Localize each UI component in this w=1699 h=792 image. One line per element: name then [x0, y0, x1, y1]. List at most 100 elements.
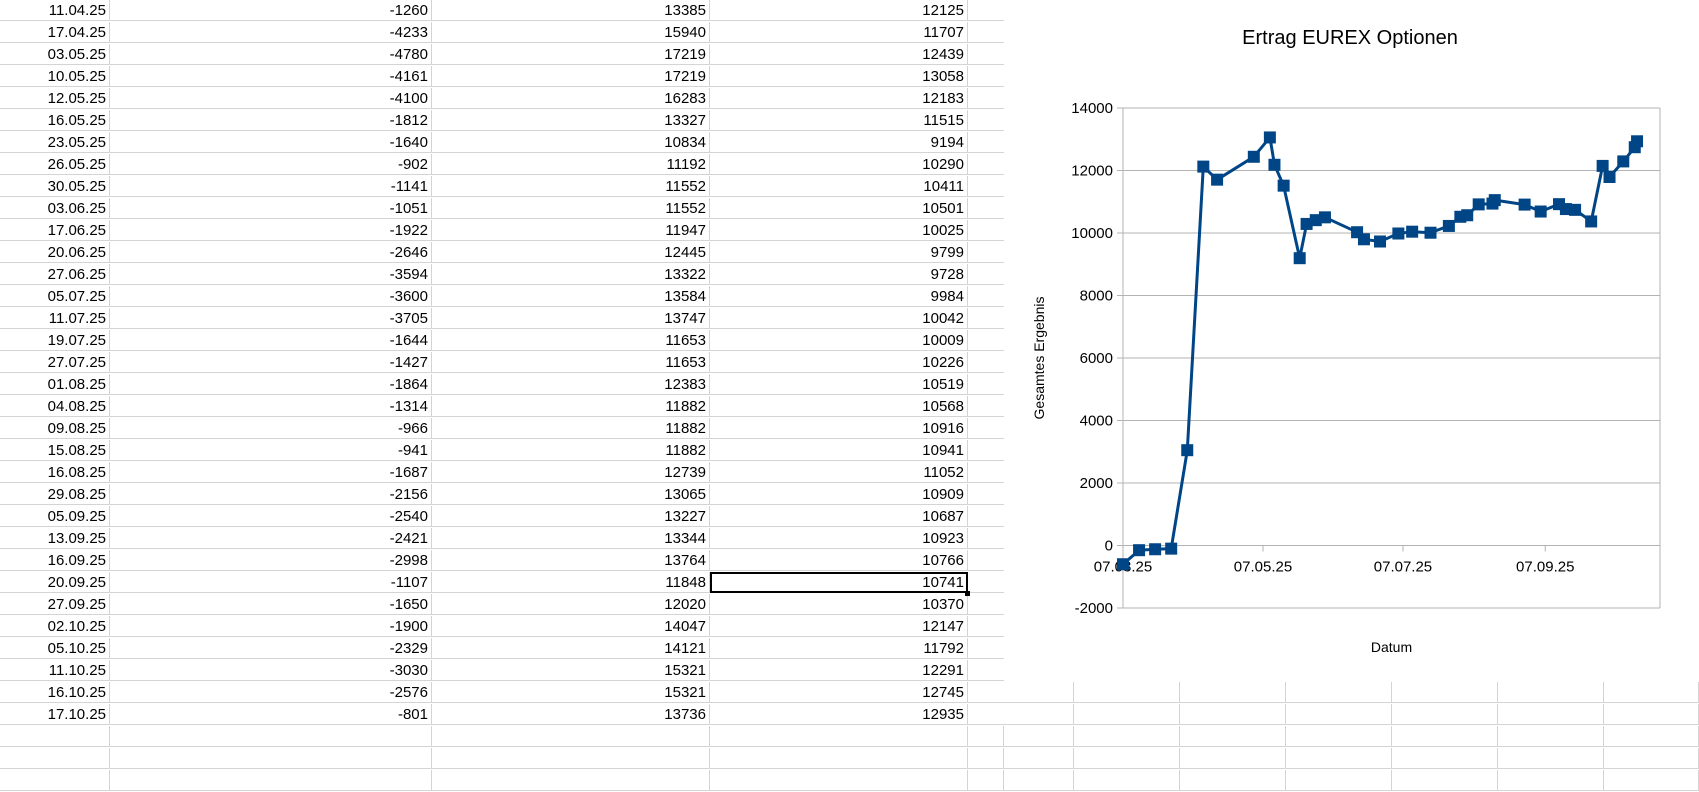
table-cell[interactable]: 16283 — [432, 88, 710, 109]
table-cell[interactable]: -3030 — [110, 660, 432, 681]
table-cell[interactable] — [968, 682, 1004, 703]
table-cell[interactable]: -1922 — [110, 220, 432, 241]
table-cell[interactable]: 16.09.25 — [0, 550, 110, 571]
table-cell[interactable]: -2156 — [110, 484, 432, 505]
table-cell[interactable]: 10766 — [710, 550, 968, 571]
table-cell[interactable]: 03.05.25 — [0, 44, 110, 65]
table-cell[interactable]: 10501 — [710, 198, 968, 219]
table-cell[interactable]: 12739 — [432, 462, 710, 483]
table-cell[interactable]: 12935 — [710, 704, 968, 725]
table-cell[interactable] — [968, 440, 1004, 461]
table-cell[interactable]: 11653 — [432, 330, 710, 351]
table-cell[interactable]: 13327 — [432, 110, 710, 131]
table-cell[interactable]: -4100 — [110, 88, 432, 109]
chart-container[interactable]: Ertrag EUREX Optionen Datum Gesamtes Erg… — [1004, 0, 1699, 678]
table-cell[interactable]: 11882 — [432, 396, 710, 417]
table-cell[interactable]: 27.07.25 — [0, 352, 110, 373]
table-cell[interactable]: 09.08.25 — [0, 418, 110, 439]
table-cell[interactable]: 13385 — [432, 0, 710, 21]
table-cell[interactable]: 12147 — [710, 616, 968, 637]
table-cell[interactable]: 11882 — [432, 440, 710, 461]
table-cell[interactable]: 10909 — [710, 484, 968, 505]
table-cell[interactable]: -966 — [110, 418, 432, 439]
table-cell[interactable] — [968, 374, 1004, 395]
table-cell[interactable] — [968, 220, 1004, 241]
table-cell[interactable] — [968, 198, 1004, 219]
table-cell[interactable]: -1141 — [110, 176, 432, 197]
table-cell[interactable]: -1650 — [110, 594, 432, 615]
table-cell[interactable] — [968, 154, 1004, 175]
table-cell[interactable] — [968, 264, 1004, 285]
table-cell[interactable]: 10834 — [432, 132, 710, 153]
table-cell[interactable]: -3594 — [110, 264, 432, 285]
table-cell[interactable]: -4233 — [110, 22, 432, 43]
table-cell[interactable] — [968, 462, 1004, 483]
table-cell[interactable]: -1812 — [110, 110, 432, 131]
table-cell[interactable]: 11653 — [432, 352, 710, 373]
table-cell[interactable]: 10025 — [710, 220, 968, 241]
table-cell[interactable] — [968, 396, 1004, 417]
table-cell[interactable] — [1392, 726, 1498, 747]
table-cell[interactable] — [1004, 748, 1074, 769]
table-cell[interactable]: 29.08.25 — [0, 484, 110, 505]
table-cell[interactable]: 17.06.25 — [0, 220, 110, 241]
table-cell[interactable]: 9728 — [710, 264, 968, 285]
table-cell[interactable] — [968, 242, 1004, 263]
table-cell[interactable]: 12125 — [710, 0, 968, 21]
table-cell[interactable]: 11515 — [710, 110, 968, 131]
table-cell[interactable]: -902 — [110, 154, 432, 175]
table-cell[interactable]: 15321 — [432, 682, 710, 703]
table-cell[interactable]: 13584 — [432, 286, 710, 307]
table-cell[interactable] — [1074, 704, 1180, 725]
table-cell[interactable]: -1900 — [110, 616, 432, 637]
table-cell[interactable] — [968, 0, 1004, 21]
table-cell[interactable]: 11552 — [432, 176, 710, 197]
table-cell[interactable]: 10519 — [710, 374, 968, 395]
table-cell[interactable] — [968, 704, 1004, 725]
table-cell[interactable]: -1640 — [110, 132, 432, 153]
table-cell[interactable]: -1644 — [110, 330, 432, 351]
table-cell[interactable]: -801 — [110, 704, 432, 725]
table-cell[interactable] — [1604, 748, 1699, 769]
table-cell[interactable]: 20.06.25 — [0, 242, 110, 263]
table-cell[interactable]: 17.04.25 — [0, 22, 110, 43]
table-cell[interactable]: 30.05.25 — [0, 176, 110, 197]
table-cell[interactable] — [110, 748, 432, 769]
table-cell[interactable] — [1498, 682, 1604, 703]
table-cell[interactable] — [968, 528, 1004, 549]
table-cell[interactable]: -3705 — [110, 308, 432, 329]
table-cell[interactable]: -4780 — [110, 44, 432, 65]
table-cell[interactable] — [968, 110, 1004, 131]
table-cell[interactable] — [1604, 682, 1699, 703]
table-cell[interactable]: -2576 — [110, 682, 432, 703]
table-cell[interactable]: 11848 — [432, 572, 710, 593]
table-cell[interactable]: 17.10.25 — [0, 704, 110, 725]
table-cell[interactable] — [1180, 704, 1286, 725]
table-cell[interactable]: -1427 — [110, 352, 432, 373]
table-cell[interactable]: 15321 — [432, 660, 710, 681]
table-cell[interactable]: 27.06.25 — [0, 264, 110, 285]
table-cell[interactable]: 11947 — [432, 220, 710, 241]
table-cell[interactable]: -1864 — [110, 374, 432, 395]
table-cell[interactable]: 10941 — [710, 440, 968, 461]
table-cell[interactable]: 11052 — [710, 462, 968, 483]
table-cell[interactable]: 13.09.25 — [0, 528, 110, 549]
table-cell[interactable] — [968, 176, 1004, 197]
table-cell[interactable]: 11882 — [432, 418, 710, 439]
table-cell[interactable] — [710, 726, 968, 747]
table-cell[interactable]: 11192 — [432, 154, 710, 175]
table-cell[interactable]: 13322 — [432, 264, 710, 285]
table-cell[interactable] — [710, 748, 968, 769]
table-cell[interactable] — [1074, 748, 1180, 769]
table-cell[interactable]: 02.10.25 — [0, 616, 110, 637]
table-cell[interactable] — [1004, 682, 1074, 703]
table-cell[interactable]: 11707 — [710, 22, 968, 43]
table-cell[interactable]: 10226 — [710, 352, 968, 373]
table-cell[interactable] — [968, 748, 1004, 769]
table-cell[interactable] — [1180, 748, 1286, 769]
table-cell[interactable] — [1004, 704, 1074, 725]
table-cell[interactable]: 12439 — [710, 44, 968, 65]
table-cell[interactable] — [1392, 704, 1498, 725]
table-cell[interactable]: 12445 — [432, 242, 710, 263]
table-cell[interactable]: 01.08.25 — [0, 374, 110, 395]
